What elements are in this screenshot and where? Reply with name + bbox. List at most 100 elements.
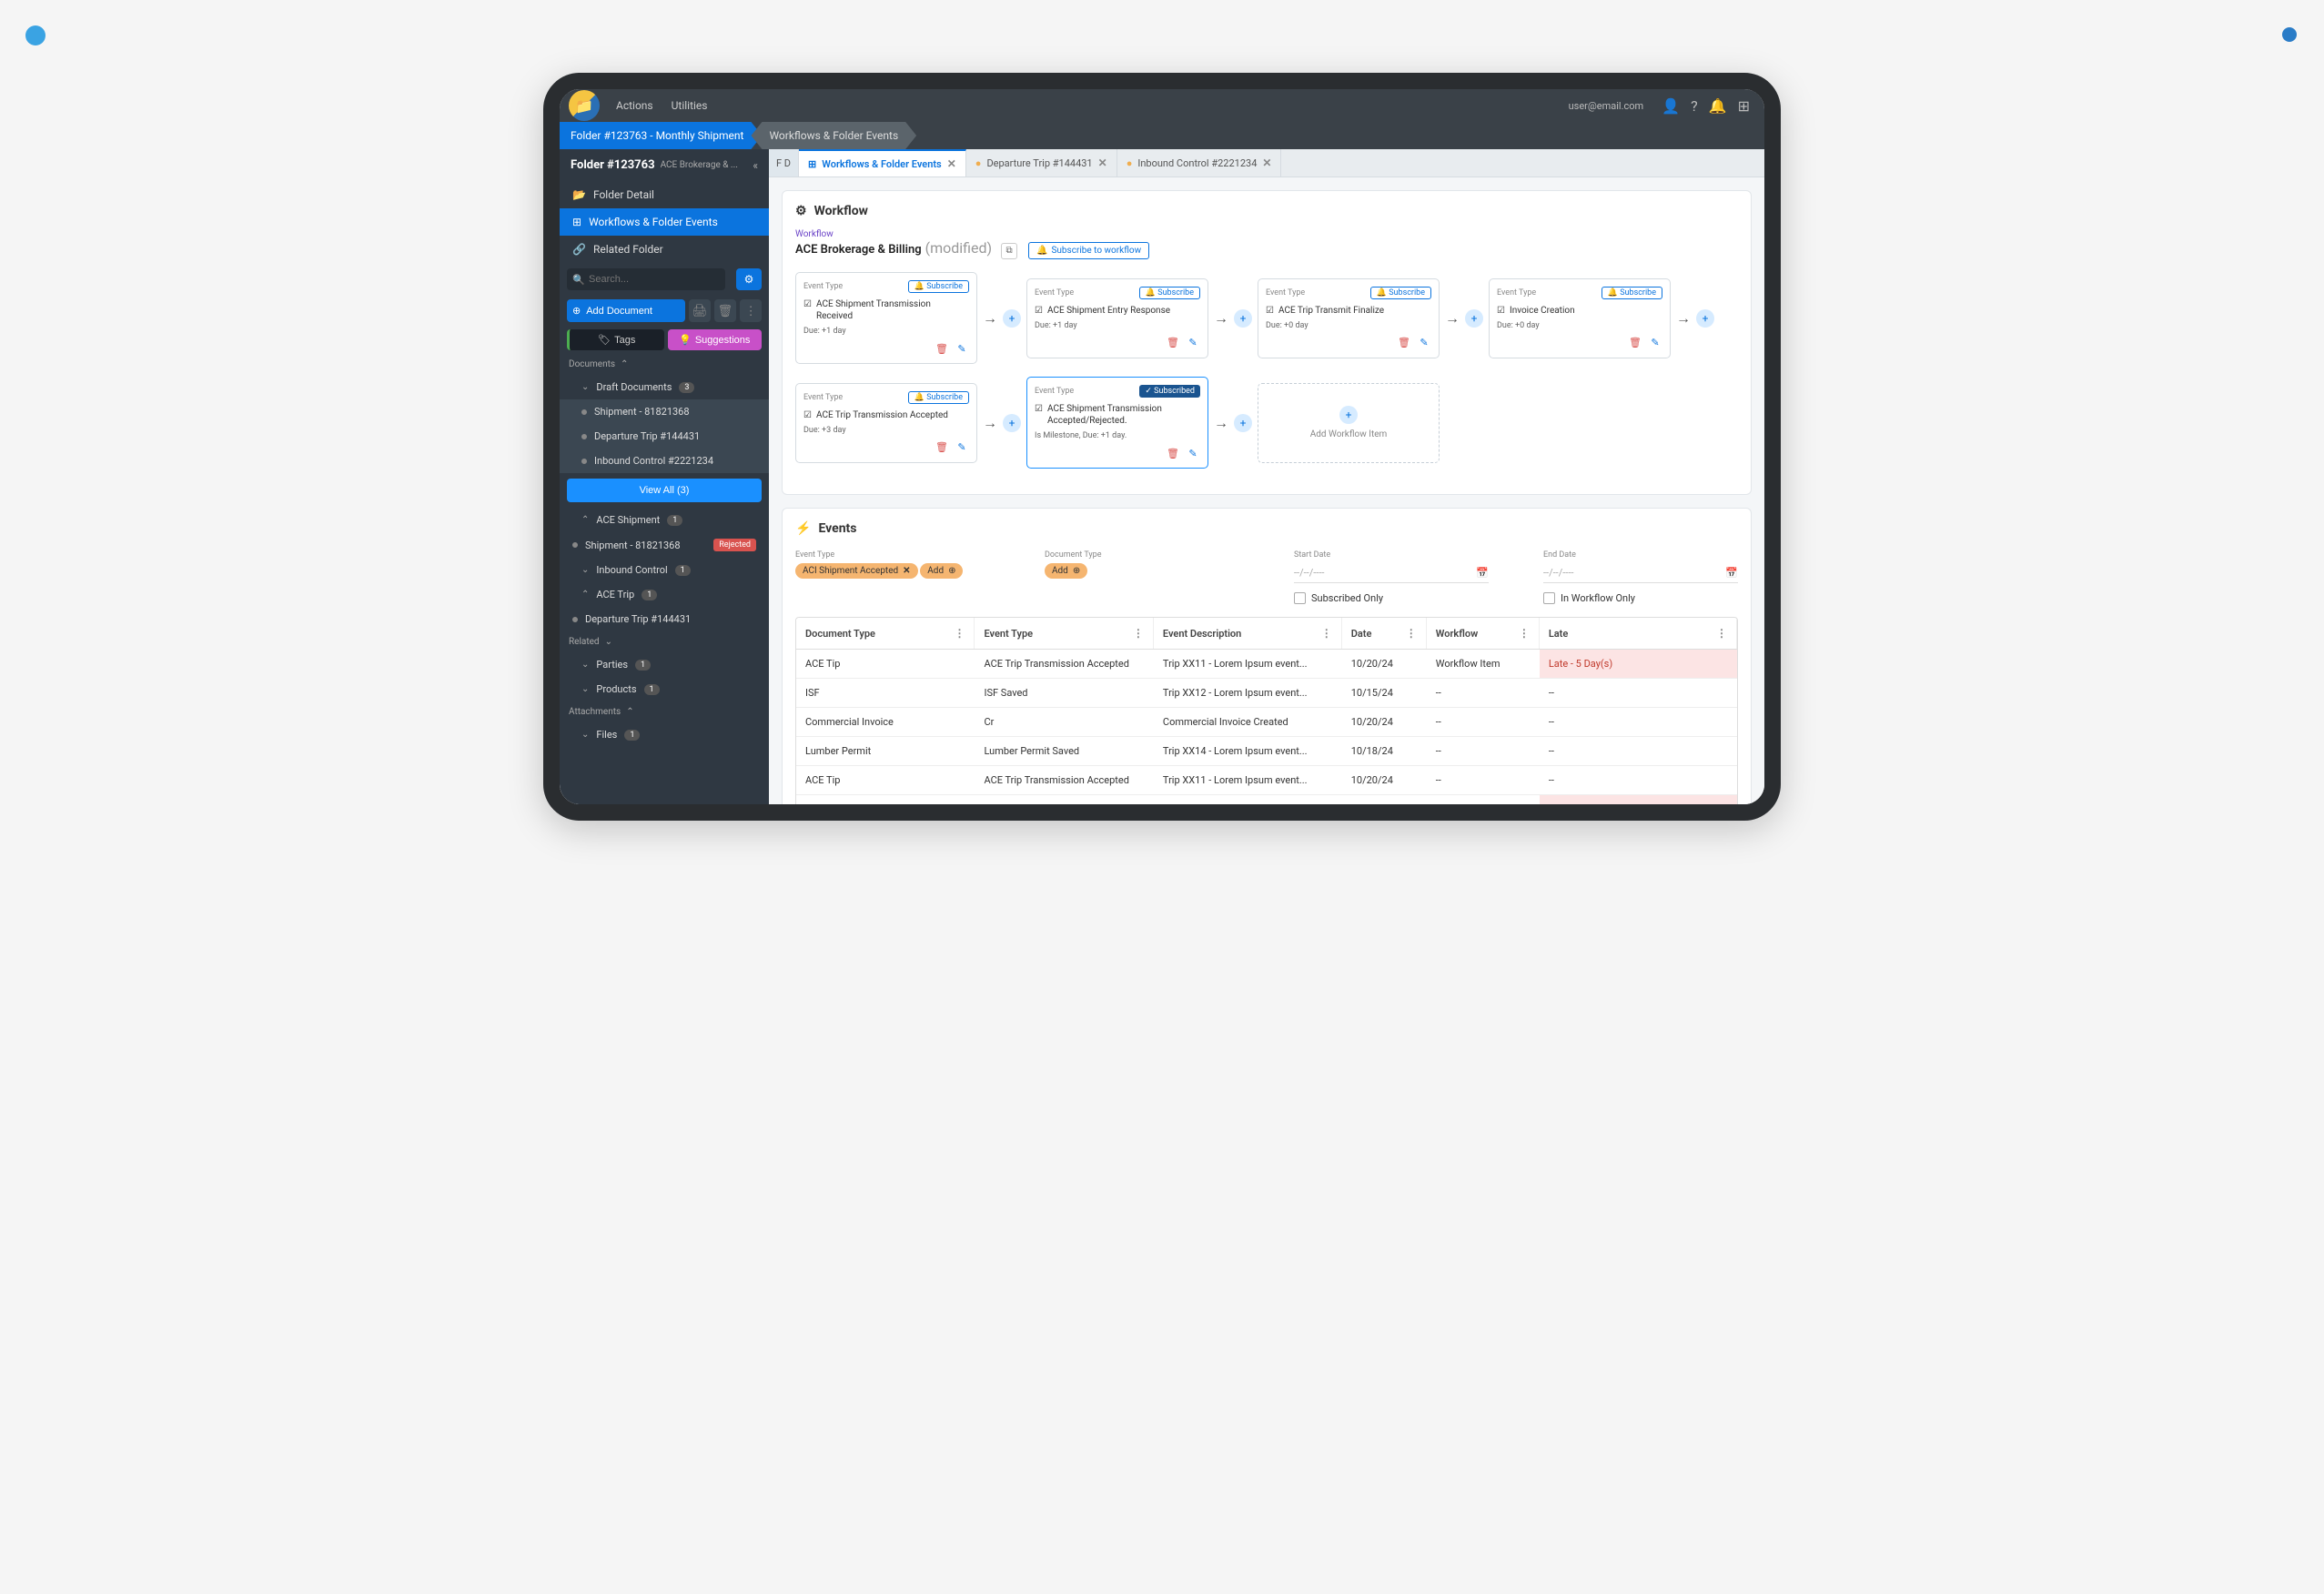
attachment-files[interactable]: ⌄Files1	[560, 722, 769, 747]
group-ace-trip[interactable]: ⌃ACE Trip1	[560, 582, 769, 607]
workflow-card[interactable]: Event Type🔔 Subscribe ☑ACE Shipment Tran…	[795, 272, 977, 364]
add-doc-type-chip[interactable]: Add⊕	[1045, 563, 1087, 579]
group-subitem[interactable]: Shipment - 81821368Rejected	[560, 532, 769, 558]
column-event-type[interactable]: Event Type⋮	[975, 618, 1153, 649]
workflow-card[interactable]: Event Type🔔 Subscribe ☑ACE Trip Transmit…	[1258, 278, 1440, 358]
nav-related-folder[interactable]: 🔗Related Folder	[560, 236, 769, 263]
draft-documents[interactable]: ⌄ Draft Documents 3	[560, 375, 769, 399]
workflow-card[interactable]: Event Type🔔 Subscribe ☑ACE Shipment Entr…	[1026, 278, 1208, 358]
close-icon[interactable]: ✕	[947, 157, 956, 170]
related-header[interactable]: Related⌄	[560, 631, 769, 652]
subscribe-workflow-button[interactable]: 🔔Subscribe to workflow	[1028, 242, 1149, 259]
close-icon[interactable]: ✕	[1098, 156, 1107, 169]
bell-icon[interactable]: 🔔	[1709, 97, 1727, 115]
help-icon[interactable]: ?	[1691, 97, 1698, 115]
doc-item[interactable]: Departure Trip #144431	[560, 424, 769, 449]
column-menu-icon[interactable]: ⋮	[1321, 627, 1332, 640]
column-date[interactable]: Date⋮	[1342, 618, 1427, 649]
nav-folder-detail[interactable]: 📂Folder Detail	[560, 181, 769, 208]
workflow-card[interactable]: Event Type🔔 Subscribe ☑Invoice Creation …	[1489, 278, 1671, 358]
column-menu-icon[interactable]: ⋮	[1133, 627, 1144, 640]
in-workflow-only-checkbox[interactable]: In Workflow Only	[1543, 592, 1635, 604]
table-row[interactable]: Lumber Permit Lumber Permit Saved Trip X…	[796, 737, 1737, 766]
edit-icon[interactable]: ✎	[1186, 446, 1200, 460]
column-late[interactable]: Late⋮	[1540, 618, 1737, 649]
delete-icon[interactable]: 🗑	[1397, 336, 1411, 350]
delete-icon[interactable]: 🗑	[935, 341, 949, 356]
add-between-button[interactable]: +	[1234, 309, 1252, 328]
menu-actions[interactable]: Actions	[616, 99, 653, 112]
related-products[interactable]: ⌄Products1	[560, 677, 769, 701]
subscribed-only-checkbox[interactable]: Subscribed Only	[1294, 592, 1383, 604]
add-between-button[interactable]: +	[1465, 309, 1483, 328]
collapse-sidebar-icon[interactable]: «	[753, 159, 758, 172]
edit-icon[interactable]: ✎	[1648, 336, 1662, 350]
group-ace-shipment[interactable]: ⌃ACE Shipment1	[560, 508, 769, 532]
table-row[interactable]: ISF ISF Saved Trip XX12 - Lorem Ipsum ev…	[796, 795, 1737, 804]
tab-f-d[interactable]: F D	[769, 149, 799, 177]
column-menu-icon[interactable]: ⋮	[1519, 627, 1530, 640]
documents-header[interactable]: Documents⌃	[560, 354, 769, 375]
group-inbound-control[interactable]: ⌄Inbound Control1	[560, 558, 769, 582]
delete-icon[interactable]: 🗑	[1628, 336, 1642, 350]
add-workflow-item[interactable]: +Add Workflow Item	[1258, 383, 1440, 463]
print-button[interactable]: 🖨	[689, 299, 711, 322]
more-button[interactable]: ⋮	[740, 299, 762, 322]
table-row[interactable]: ACE Tip ACE Trip Transmission Accepted T…	[796, 650, 1737, 679]
edit-icon[interactable]: ✎	[955, 440, 969, 455]
column-document-type[interactable]: Document Type⋮	[796, 618, 975, 649]
edit-icon[interactable]: ✎	[1186, 336, 1200, 350]
group-subitem[interactable]: Departure Trip #144431	[560, 607, 769, 631]
breadcrumb-current[interactable]: Workflows & Folder Events	[751, 122, 916, 149]
column-menu-icon[interactable]: ⋮	[954, 627, 965, 640]
delete-icon[interactable]: 🗑	[935, 440, 949, 455]
workflow-card[interactable]: Event Type✓ Subscribed ☑ACE Shipment Tra…	[1026, 377, 1208, 469]
close-icon[interactable]: ✕	[1262, 156, 1271, 169]
subscribe-button[interactable]: 🔔 Subscribe	[1370, 287, 1431, 299]
delete-icon[interactable]: 🗑	[1166, 446, 1180, 460]
column-event-description[interactable]: Event Description⋮	[1154, 618, 1342, 649]
add-event-type-chip[interactable]: Add⊕	[920, 563, 963, 579]
table-row[interactable]: ACE Tip ACE Trip Transmission Accepted T…	[796, 766, 1737, 795]
related-parties[interactable]: ⌄Parties1	[560, 652, 769, 677]
column-menu-icon[interactable]: ⋮	[1716, 627, 1727, 640]
tags-button[interactable]: 🏷Tags	[567, 329, 664, 350]
delete-icon[interactable]: 🗑	[1166, 336, 1180, 350]
table-row[interactable]: ISF ISF Saved Trip XX12 - Lorem Ipsum ev…	[796, 679, 1737, 708]
edit-icon[interactable]: ✎	[1417, 336, 1431, 350]
subscribe-button[interactable]: 🔔 Subscribe	[1139, 287, 1200, 299]
add-between-button[interactable]: +	[1003, 309, 1021, 328]
copy-icon[interactable]: ⧉	[1001, 243, 1017, 259]
doc-item[interactable]: Inbound Control #2221234	[560, 449, 769, 473]
subscribe-button[interactable]: 🔔 Subscribe	[908, 280, 969, 293]
subscribe-button[interactable]: 🔔 Subscribe	[1602, 287, 1662, 299]
tab-workflows-folder-events[interactable]: ⊞Workflows & Folder Events✕	[799, 149, 966, 177]
add-between-button[interactable]: +	[1003, 414, 1021, 432]
chip-remove-icon[interactable]: ✕	[903, 566, 910, 576]
table-row[interactable]: Commercial Invoice Cr Commercial Invoice…	[796, 708, 1737, 737]
user-icon[interactable]: 👤	[1662, 97, 1680, 115]
search-input[interactable]	[567, 268, 725, 290]
breadcrumb-folder[interactable]: Folder #123763 - Monthly Shipment	[560, 122, 762, 149]
edit-icon[interactable]: ✎	[955, 341, 969, 356]
apps-grid-icon[interactable]: ⊞	[1738, 97, 1750, 115]
workflow-card[interactable]: Event Type🔔 Subscribe ☑ACE Trip Transmis…	[795, 383, 977, 463]
delete-button[interactable]: 🗑	[714, 299, 736, 322]
tab-inbound-control-2221234[interactable]: ●Inbound Control #2221234✕	[1117, 149, 1282, 177]
add-end-button[interactable]: +	[1696, 309, 1714, 328]
event-type-chip[interactable]: ACI Shipment Accepted✕	[795, 563, 918, 579]
nav-workflows-folder-events[interactable]: ⊞Workflows & Folder Events	[560, 208, 769, 236]
column-menu-icon[interactable]: ⋮	[1406, 627, 1417, 640]
subscribe-button[interactable]: 🔔 Subscribe	[908, 391, 969, 404]
attachments-header[interactable]: Attachments⌃	[560, 701, 769, 722]
column-workflow[interactable]: Workflow⋮	[1427, 618, 1540, 649]
end-date-input[interactable]: --/--/----📅	[1543, 563, 1738, 583]
add-document-button[interactable]: ⊕Add Document	[567, 299, 685, 322]
add-between-button[interactable]: +	[1234, 414, 1252, 432]
doc-item[interactable]: Shipment - 81821368	[560, 399, 769, 424]
suggestions-button[interactable]: 💡Suggestions	[668, 329, 763, 350]
view-all-button[interactable]: View All (3)	[567, 479, 762, 502]
start-date-input[interactable]: --/--/----📅	[1294, 563, 1489, 583]
filter-button[interactable]: ⚙	[736, 268, 762, 290]
tab-departure-trip-144431[interactable]: ●Departure Trip #144431✕	[966, 149, 1117, 177]
